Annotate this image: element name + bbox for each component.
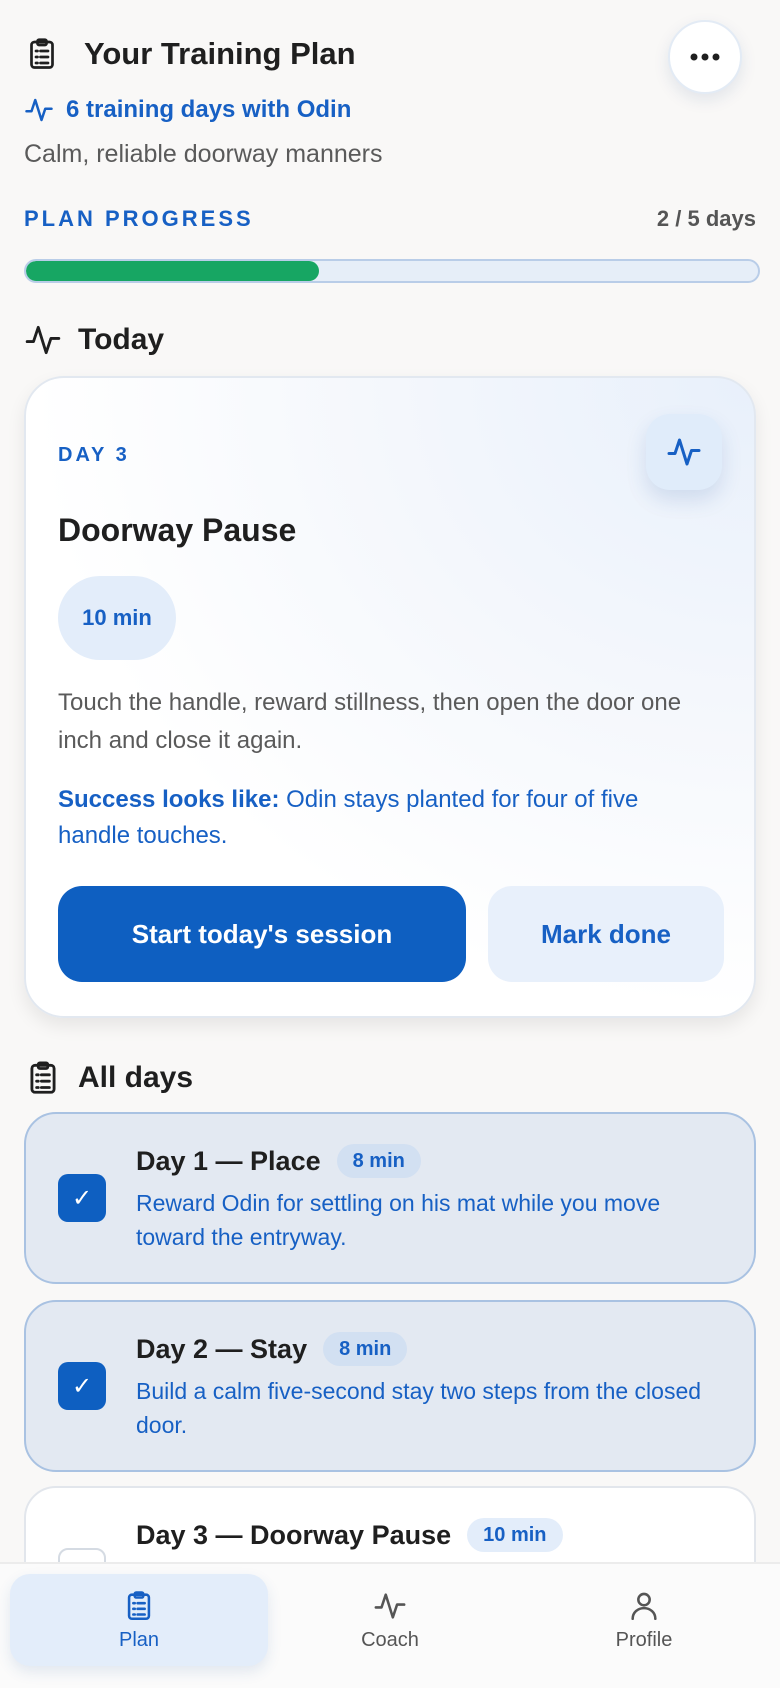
tab-plan-label: Plan <box>118 1628 160 1651</box>
all-days-heading: All days <box>24 1059 193 1097</box>
training-days-row: 6 training days with Odin <box>24 94 756 126</box>
plan-screen: Your Training Plan 6 training days with … <box>0 0 780 1562</box>
day-card-2[interactable]: ✓ Day 2 — Stay 8 min Build a calm five-s… <box>24 1300 756 1472</box>
today-heading-label: Today <box>78 323 165 356</box>
day-description: Reward Odin for settling on his mat whil… <box>136 1190 661 1250</box>
title-row: Your Training Plan <box>24 30 756 78</box>
plan-goal: Calm, reliable doorway manners <box>24 140 383 168</box>
tab-profile[interactable]: Profile <box>544 1574 744 1666</box>
mark-done-button[interactable]: Mark done <box>488 886 724 982</box>
tab-coach[interactable]: Coach <box>290 1574 490 1666</box>
day-title: Day 1 — Place <box>136 1145 321 1176</box>
day-title: Day 2 — Stay <box>136 1333 308 1364</box>
tab-plan[interactable]: Plan <box>10 1574 268 1666</box>
day-description: Build a calm five-second stay two steps … <box>136 1378 702 1438</box>
today-session-title: Doorway Pause <box>58 512 297 548</box>
success-criteria: Success looks like: Odin stays planted f… <box>58 782 698 854</box>
page-title: Your Training Plan <box>84 36 356 71</box>
pending-checkbox[interactable] <box>58 1548 106 1562</box>
pulse-icon <box>374 1592 406 1619</box>
progress-fill <box>26 261 319 281</box>
activity-badge <box>646 414 722 490</box>
tab-profile-label: Profile <box>615 1628 673 1651</box>
pulse-icon <box>667 438 701 466</box>
day-card-1[interactable]: ✓ Day 1 — Place 8 min Reward Odin for se… <box>24 1112 756 1284</box>
training-days-label: 6 training days with Odin <box>66 96 352 123</box>
today-heading: Today <box>24 321 164 359</box>
day-card-3[interactable]: Day 3 — Doorway Pause 10 min <box>24 1486 756 1562</box>
pulse-icon <box>25 325 61 355</box>
progress-count: 2 / 5 days <box>656 206 756 231</box>
progress-bar <box>24 259 760 283</box>
bottom-tab-bar: Plan Coach Profile <box>0 1562 780 1688</box>
success-label: Success looks like: <box>58 786 280 813</box>
duration-badge: 10 min <box>58 576 176 660</box>
session-description: Touch the handle, reward stillness, then… <box>58 689 682 754</box>
completed-checkbox[interactable]: ✓ <box>58 1174 106 1222</box>
more-horizontal-icon <box>690 53 720 61</box>
day-duration-badge: 8 min <box>336 1144 421 1178</box>
clipboard-icon <box>127 1590 151 1620</box>
day-duration-badge: 8 min <box>323 1332 408 1366</box>
pulse-icon <box>25 98 53 122</box>
day-duration-badge: 10 min <box>467 1518 563 1552</box>
tab-coach-label: Coach <box>361 1628 419 1651</box>
day-title: Day 3 — Doorway Pause <box>136 1519 452 1550</box>
day-card-header: Day 2 — Stay 8 min <box>136 1332 408 1366</box>
day-card-header: Day 1 — Place 8 min <box>136 1144 421 1178</box>
plan-header: Your Training Plan 6 training days with … <box>24 20 756 169</box>
completed-checkbox[interactable]: ✓ <box>58 1362 106 1410</box>
all-days-heading-label: All days <box>78 1061 194 1094</box>
progress-header: PLAN PROGRESS 2 / 5 days <box>24 206 756 232</box>
clipboard-icon <box>30 38 54 69</box>
more-options-button[interactable] <box>668 20 742 94</box>
clipboard-icon <box>30 1061 56 1094</box>
day-card-header: Day 3 — Doorway Pause 10 min <box>136 1518 563 1552</box>
user-icon <box>631 1592 657 1620</box>
progress-label: PLAN PROGRESS <box>24 206 254 231</box>
start-session-button[interactable]: Start today's session <box>58 886 466 982</box>
today-session-card: DAY 3 Doorway Pause 10 min Touch the han… <box>24 376 756 1018</box>
today-day-label: DAY 3 <box>58 444 130 466</box>
